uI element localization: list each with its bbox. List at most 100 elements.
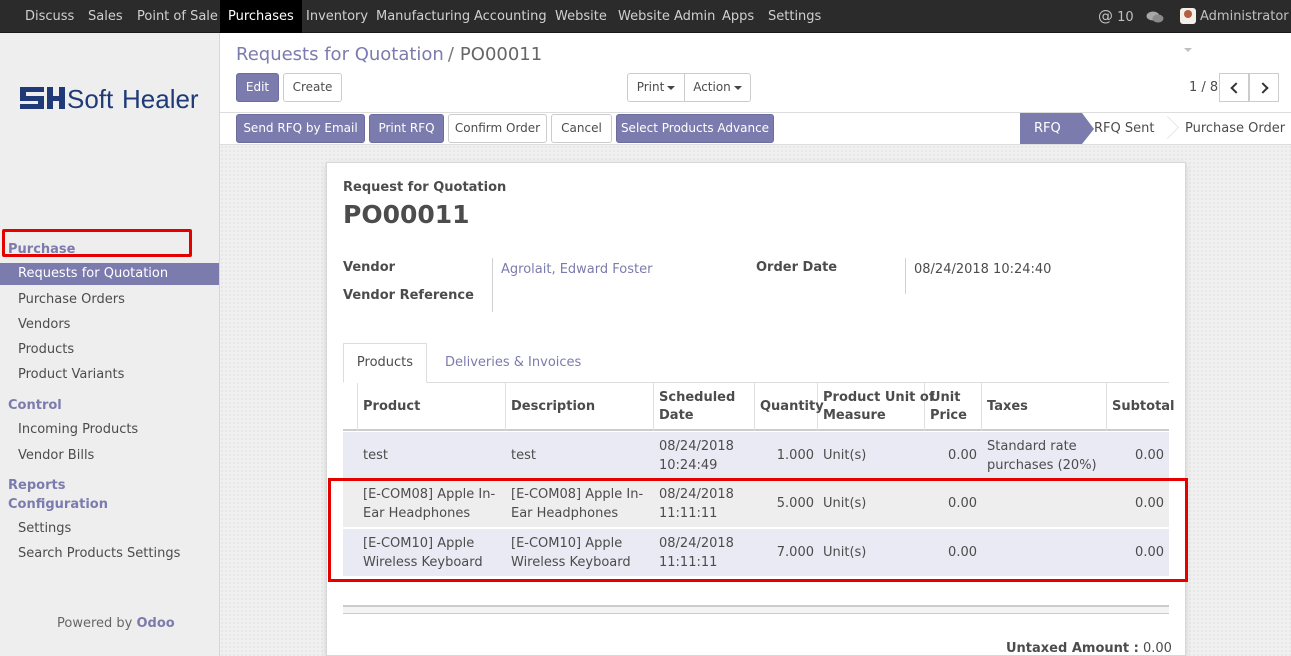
sidebar-item-incoming-products[interactable]: Incoming Products: [0, 419, 219, 441]
softhealer-logo: Soft Healer: [20, 84, 199, 113]
confirm-order-button[interactable]: Confirm Order: [448, 114, 547, 143]
cancel-button[interactable]: Cancel: [551, 114, 612, 143]
column-header-product[interactable]: Product: [363, 398, 420, 416]
menu-manufacturing[interactable]: Manufacturing: [376, 0, 470, 33]
table-header: [343, 383, 1169, 431]
field-divider: [492, 258, 493, 312]
svg-text:Soft: Soft: [67, 84, 114, 113]
highlight-box-rows: [328, 478, 1188, 582]
column-divider: [754, 383, 755, 431]
sidebar-item-products[interactable]: Products: [0, 339, 219, 361]
caret-down-icon: [667, 85, 676, 90]
cell-taxes: Standard rate purchases (20%): [987, 439, 1097, 473]
column-divider: [981, 383, 982, 431]
menu-settings[interactable]: Settings: [768, 0, 821, 33]
caret-down-icon: [733, 85, 742, 90]
menu-sales[interactable]: Sales: [88, 0, 123, 33]
sidebar-section-reports[interactable]: Reports: [8, 478, 65, 493]
menu-point-of-sale[interactable]: Point of Sale: [137, 0, 218, 33]
cell-product: test: [363, 448, 388, 463]
document-type: Request for Quotation: [343, 180, 507, 195]
select-products-advance-button[interactable]: Select Products Advance: [616, 114, 774, 143]
menu-discuss[interactable]: Discuss: [25, 0, 74, 33]
chat-bubbles-icon: [1146, 11, 1164, 22]
breadcrumb-separator: /: [447, 44, 454, 65]
print-rfq-button[interactable]: Print RFQ: [369, 114, 444, 143]
avatar: [1180, 7, 1196, 24]
mentions-button[interactable]: @ 10: [1098, 0, 1134, 33]
send-rfq-by-email-button[interactable]: Send RFQ by Email: [236, 114, 365, 143]
svg-text:Healer: Healer: [122, 84, 199, 113]
stage-separator-arrow: [1158, 113, 1170, 144]
document-name: PO00011: [343, 200, 470, 229]
menu-website-admin[interactable]: Website Admin: [618, 0, 715, 33]
menu-inventory[interactable]: Inventory: [306, 0, 368, 33]
untaxed-amount-label: Untaxed Amount :: [1006, 641, 1139, 656]
column-header-unit-of-measure[interactable]: Product Unit of Measure: [823, 389, 934, 425]
stage-rfq-sent[interactable]: RFQ Sent: [1094, 121, 1154, 136]
action-dropdown[interactable]: Action: [684, 73, 751, 102]
highlight-box-sidebar: [2, 229, 192, 257]
print-label: Print: [636, 80, 665, 94]
edit-button[interactable]: Edit: [236, 73, 279, 102]
tab-products[interactable]: Products: [343, 343, 427, 383]
column-header-scheduled-date[interactable]: Scheduled Date: [659, 389, 735, 425]
vendor-field[interactable]: Agrolait, Edward Foster: [501, 262, 652, 277]
sidebar-item-purchase-orders[interactable]: Purchase Orders: [0, 289, 219, 311]
cell-unit-of-measure: Unit(s): [823, 448, 867, 463]
top-navbar: Discuss Sales Point of Sale Purchases In…: [0, 0, 1291, 52]
column-header-unit-price[interactable]: Unit Price: [930, 389, 967, 425]
column-header-subtotal[interactable]: Subtotal: [1112, 398, 1175, 416]
pager-value[interactable]: 1 / 8: [1189, 80, 1218, 95]
order-date-label: Order Date: [756, 260, 838, 275]
print-dropdown[interactable]: Print: [627, 73, 685, 102]
menu-website[interactable]: Website: [555, 0, 607, 33]
sidebar-item-requests-for-quotation[interactable]: Requests for Quotation: [0, 263, 219, 285]
stage-purchase-order[interactable]: Purchase Order: [1185, 121, 1285, 136]
sidebar-item-settings[interactable]: Settings: [0, 518, 219, 540]
pager-previous-button[interactable]: [1219, 73, 1249, 102]
user-name: Administrator: [1200, 9, 1289, 24]
pager-next-button[interactable]: [1249, 73, 1279, 102]
vendor-reference-label: Vendor Reference: [343, 288, 474, 303]
cell-unit-price: 0.00: [948, 448, 977, 463]
table-row[interactable]: test test 08/24/2018 10:24:49 1.000 Unit(…: [343, 432, 1169, 480]
vendor-label: Vendor: [343, 260, 396, 275]
at-icon: @: [1098, 7, 1113, 25]
chat-button[interactable]: [1146, 0, 1164, 33]
column-header-description[interactable]: Description: [511, 398, 595, 416]
create-button[interactable]: Create: [283, 73, 342, 102]
cell-scheduled-date: 08/24/2018 10:24:49: [659, 439, 734, 473]
user-menu[interactable]: Administrator: [1180, 0, 1291, 52]
cell-subtotal: 0.00: [1135, 448, 1164, 463]
sidebar-section-control: Control: [8, 398, 62, 413]
column-divider: [653, 383, 654, 431]
powered-by: Powered by Odoo: [57, 616, 175, 631]
sidebar-item-vendors[interactable]: Vendors: [0, 314, 219, 336]
stage-rfq: RFQ: [1020, 113, 1094, 144]
sidebar-item-product-variants[interactable]: Product Variants: [0, 364, 219, 386]
breadcrumb-current: PO00011: [459, 44, 543, 65]
sidebar-item-vendor-bills[interactable]: Vendor Bills: [0, 445, 219, 467]
odoo-link[interactable]: Odoo: [137, 616, 175, 631]
tab-deliveries-invoices[interactable]: Deliveries & Invoices: [445, 355, 581, 370]
column-header-taxes[interactable]: Taxes: [987, 398, 1028, 416]
untaxed-amount-value: 0.00: [1143, 641, 1172, 656]
breadcrumb-parent[interactable]: Requests for Quotation: [236, 44, 444, 65]
field-divider: [905, 258, 906, 294]
table-footer: [343, 605, 1169, 614]
menu-purchases[interactable]: Purchases: [220, 0, 302, 33]
column-header-quantity[interactable]: Quantity: [760, 398, 824, 416]
action-label: Action: [693, 80, 731, 94]
cell-quantity: 1.000: [776, 448, 814, 463]
column-divider: [357, 383, 358, 431]
breadcrumb: Requests for Quotation / PO00011: [236, 44, 542, 65]
order-date-field[interactable]: 08/24/2018 10:24:40: [914, 262, 1051, 277]
sidebar-item-search-products-settings[interactable]: Search Products Settings: [0, 543, 219, 565]
chevron-down-icon: [1184, 47, 1192, 52]
menu-apps[interactable]: Apps: [722, 0, 754, 33]
cell-description: test: [511, 448, 536, 463]
sidebar-section-configuration: Configuration: [8, 497, 108, 512]
menu-accounting[interactable]: Accounting: [474, 0, 547, 33]
mentions-count: 10: [1117, 10, 1134, 25]
